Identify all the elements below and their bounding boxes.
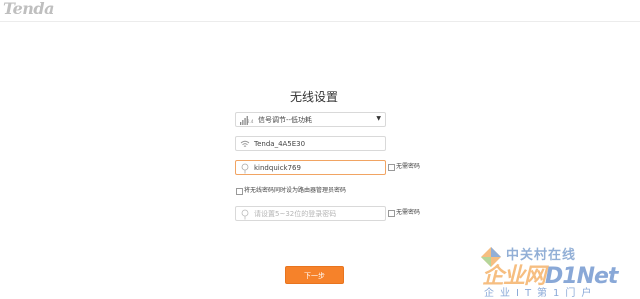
wifi-no-password-label: 无需密码	[396, 163, 421, 170]
tenda-logo: Tenda	[3, 0, 54, 18]
sync-admin-password-label: 将无线密码同时设为路由器管理员密码	[244, 187, 347, 194]
sync-admin-password-checkbox[interactable]	[236, 188, 243, 195]
ssid-field[interactable]: Tenda_4A5E30	[235, 136, 386, 151]
top-bar: Tenda	[0, 0, 640, 22]
wifi-password-field[interactable]: kindquick769	[235, 160, 386, 175]
chevron-down-icon: ▼	[376, 115, 381, 122]
admin-no-password-checkbox[interactable]	[388, 210, 395, 217]
signal-mode-select[interactable]: 2.4 信号调节--低功耗 ▼	[235, 112, 386, 127]
lock-icon	[241, 209, 249, 220]
next-button[interactable]: 下一步	[285, 266, 344, 284]
wifi-no-password-checkbox[interactable]	[388, 164, 395, 171]
admin-password-placeholder: 请设置5~32位的登录密码	[254, 210, 337, 218]
page-title: 无线设置	[289, 90, 338, 104]
admin-no-password-label: 无需密码	[396, 209, 421, 216]
wifi-password-value: kindquick769	[254, 164, 301, 172]
ssid-value: Tenda_4A5E30	[254, 140, 306, 148]
signal-mode-value: 信号调节--低功耗	[258, 116, 313, 124]
band-badge: 2.4	[247, 119, 254, 124]
admin-password-field[interactable]: 请设置5~32位的登录密码	[235, 206, 386, 221]
lock-icon	[241, 163, 249, 174]
watermark: 中关村在线 企业网D1Net 企业IT第1门户	[476, 242, 640, 299]
watermark-sub: 企业IT第1门户	[484, 288, 598, 299]
wifi-icon	[240, 140, 250, 147]
